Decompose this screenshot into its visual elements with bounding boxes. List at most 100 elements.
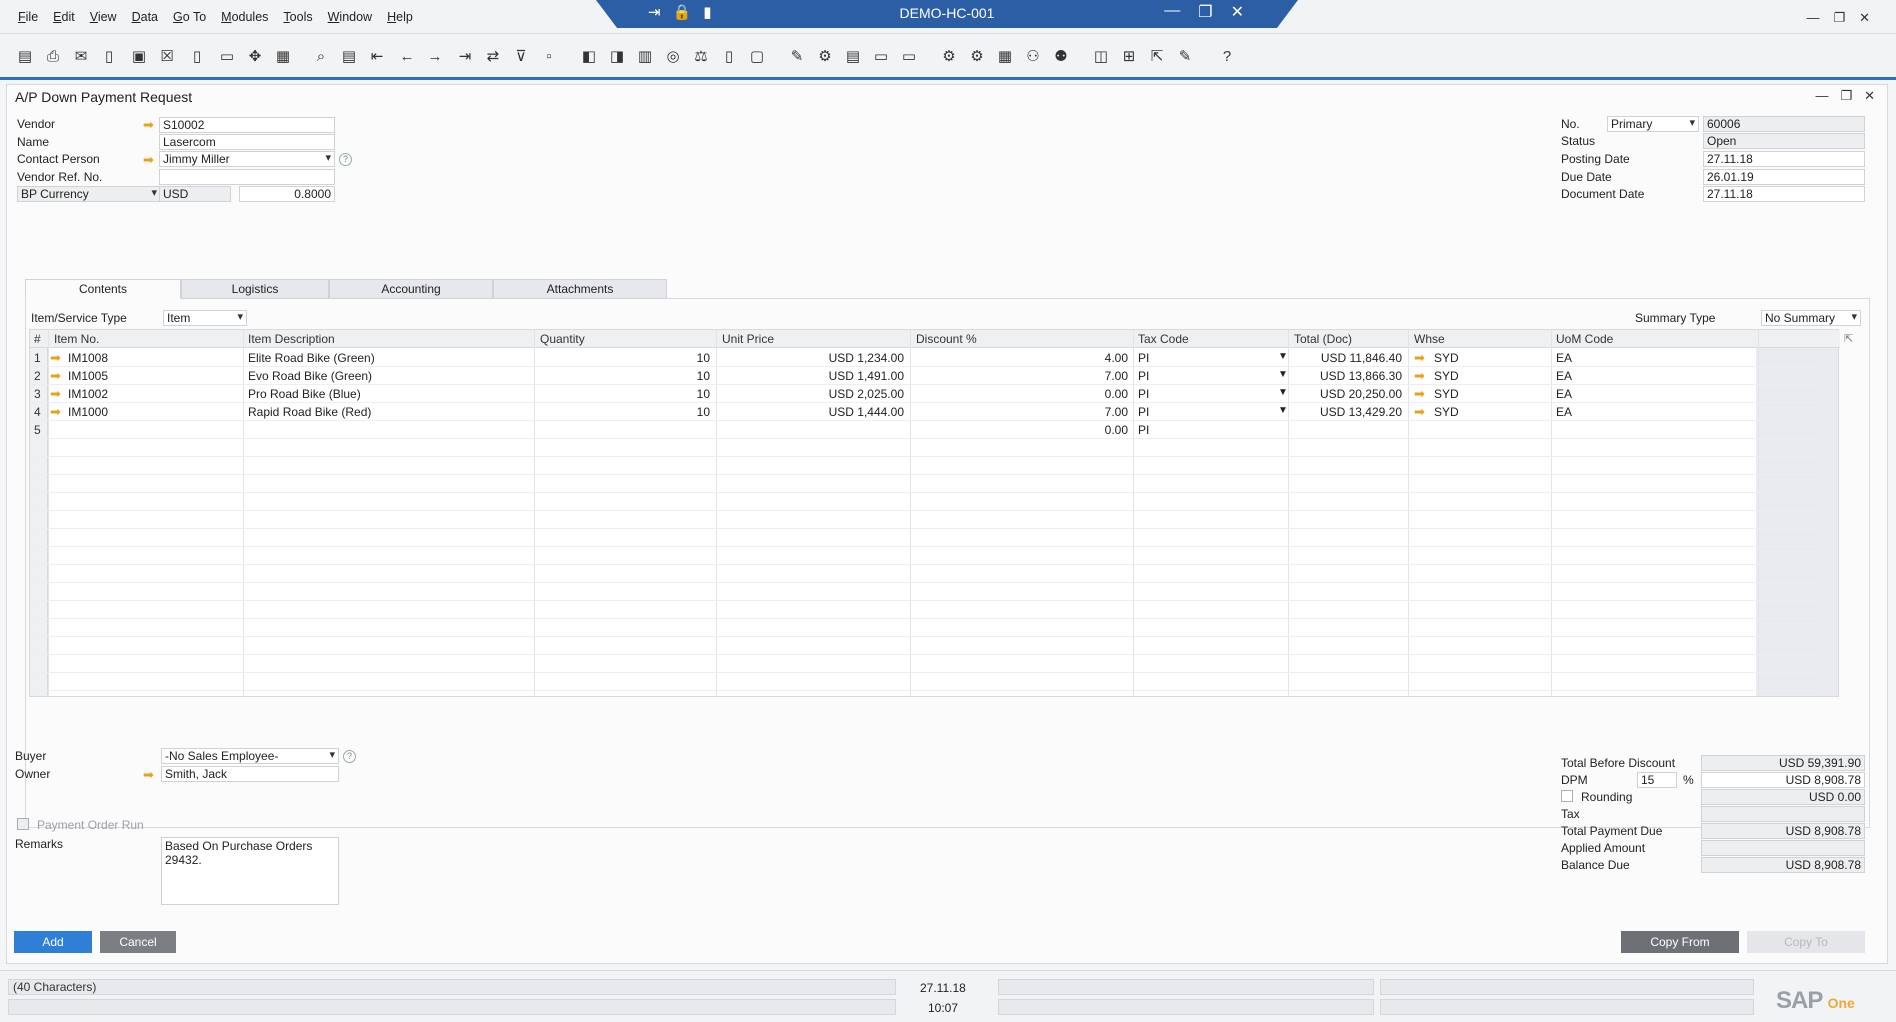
payment-icon[interactable]: ◎	[662, 47, 684, 67]
vendor-ref-field[interactable]	[159, 169, 335, 185]
tax-code-dropdown-icon[interactable]: ▼	[1278, 387, 1288, 398]
doc-close-icon[interactable]: ✕	[1864, 88, 1875, 104]
cell-price[interactable]: USD 1,444.00	[722, 405, 904, 419]
cell-price[interactable]: USD 1,234.00	[722, 351, 904, 365]
cell-disc[interactable]: 7.00	[916, 369, 1128, 383]
document-date-field[interactable]: 27.11.18	[1703, 186, 1865, 202]
cell-total[interactable]: USD 13,866.30	[1294, 369, 1402, 383]
copy-from-button[interactable]: Copy From	[1621, 931, 1739, 953]
col-header-number[interactable]: #	[34, 332, 41, 346]
last-record-icon[interactable]: ⇥	[454, 47, 476, 67]
menu-edit[interactable]: Edit	[53, 10, 75, 24]
cell-item[interactable]: IM1008	[68, 351, 238, 365]
cell-desc[interactable]: Elite Road Bike (Green)	[248, 351, 528, 365]
cell-total[interactable]: USD 20,250.00	[1294, 387, 1402, 401]
item-link-arrow-icon[interactable]: ➡	[50, 351, 61, 364]
close-icon[interactable]: ✕	[1231, 2, 1244, 22]
col-header-whse[interactable]: Whse	[1414, 332, 1445, 346]
email-icon[interactable]: ✉	[70, 47, 92, 67]
doc-restore-icon[interactable]: ❐	[1840, 88, 1852, 104]
menu-help[interactable]: Help	[387, 10, 413, 24]
cell-uom[interactable]: EA	[1556, 351, 1746, 365]
export-excel-icon[interactable]: ☒	[156, 47, 178, 67]
move-icon[interactable]: ✥	[244, 47, 266, 67]
cell-disc[interactable]: 7.00	[916, 405, 1128, 419]
row-number[interactable]: 3	[34, 387, 41, 401]
find-icon[interactable]: ⌕	[310, 47, 332, 67]
org-icon[interactable]: ⚇	[1022, 47, 1044, 67]
posting-date-field[interactable]: 27.11.18	[1703, 151, 1865, 167]
whse-link-arrow-icon[interactable]: ➡	[1414, 369, 1425, 382]
col-header-total-doc[interactable]: Total (Doc)	[1294, 332, 1352, 346]
previous-record-icon[interactable]: ←	[396, 47, 418, 67]
copy-to-button[interactable]: Copy To	[1747, 931, 1865, 953]
due-date-field[interactable]: 26.01.19	[1703, 169, 1865, 185]
form-settings-icon[interactable]: ⚙	[814, 47, 836, 67]
cell-qty[interactable]: 10	[540, 351, 710, 365]
widgets-icon[interactable]: ⊞	[1118, 47, 1140, 67]
filter-icon[interactable]: ⊽	[510, 47, 532, 67]
user-icon[interactable]: ⚉	[1050, 47, 1072, 67]
add-record-icon[interactable]: ▤	[338, 47, 360, 67]
tax-code-dropdown-icon[interactable]: ▼	[1278, 405, 1288, 416]
cell-price[interactable]: USD 1,491.00	[722, 369, 904, 383]
exchange-rate-field[interactable]: 0.8000	[239, 186, 335, 202]
item-service-type-select[interactable]: Item	[163, 310, 247, 326]
doc-number-field[interactable]: 60006	[1703, 116, 1865, 132]
row-number[interactable]: 4	[34, 405, 41, 419]
menu-modules[interactable]: Modules	[221, 10, 268, 24]
dpm-amount-field[interactable]: USD 8,908.78	[1701, 772, 1865, 788]
restore-icon[interactable]: ❐	[1198, 2, 1212, 22]
calendar-icon[interactable]: ▦	[994, 47, 1016, 67]
messages-icon[interactable]: ▭	[870, 47, 892, 67]
cell-whse[interactable]: SYD	[1434, 351, 1544, 365]
series-select[interactable]: Primary	[1607, 116, 1699, 132]
menu-window[interactable]: Window	[328, 10, 372, 24]
row-number[interactable]: 1	[34, 351, 41, 365]
tab-attachments[interactable]: Attachments	[493, 279, 667, 299]
buyer-help-icon[interactable]: ?	[343, 750, 356, 763]
user-fields-icon[interactable]: ▤	[842, 47, 864, 67]
cell-total[interactable]: USD 13,429.20	[1294, 405, 1402, 419]
columns-icon[interactable]: ▯	[718, 47, 740, 67]
menu-goto[interactable]: Go To	[173, 10, 206, 24]
cell-qty[interactable]: 10	[540, 369, 710, 383]
app-minimize-icon[interactable]: —	[1806, 10, 1819, 26]
cell-desc[interactable]: Evo Road Bike (Green)	[248, 369, 528, 383]
cell-price[interactable]: USD 2,025.00	[722, 387, 904, 401]
edit-form-icon[interactable]: ✎	[1174, 47, 1196, 67]
cell-uom[interactable]: EA	[1556, 387, 1746, 401]
owner-field[interactable]: Smith, Jack	[161, 766, 339, 782]
target-document-icon[interactable]: ◨	[606, 47, 628, 67]
app-restore-icon[interactable]: ❐	[1833, 10, 1845, 26]
cell-desc[interactable]: Rapid Road Bike (Red)	[248, 405, 528, 419]
cell-total[interactable]: USD 11,846.40	[1294, 351, 1402, 365]
summary-type-select[interactable]: No Summary	[1761, 310, 1861, 326]
sms-icon[interactable]: ▯	[98, 47, 120, 67]
col-header-uom-code[interactable]: UoM Code	[1556, 332, 1613, 346]
cell-disc[interactable]: 0.00	[916, 387, 1128, 401]
cell-tax[interactable]: PI	[1138, 387, 1278, 401]
fax-icon[interactable]: ▣	[128, 47, 150, 67]
contact-link-arrow-icon[interactable]: ➡	[143, 153, 154, 166]
col-header-item-no[interactable]: Item No.	[54, 332, 99, 346]
cell-tax[interactable]: PI	[1138, 369, 1278, 383]
rounding-checkbox[interactable]	[1561, 790, 1573, 802]
col-header-quantity[interactable]: Quantity	[540, 332, 585, 346]
alerts-icon[interactable]: ▭	[898, 47, 920, 67]
row-number[interactable]: 5	[34, 423, 41, 437]
cell-qty[interactable]: 10	[540, 387, 710, 401]
tab-accounting[interactable]: Accounting	[329, 279, 493, 299]
whse-link-arrow-icon[interactable]: ➡	[1414, 351, 1425, 364]
cell-whse[interactable]: SYD	[1434, 405, 1544, 419]
menu-view[interactable]: View	[90, 10, 117, 24]
doc-minimize-icon[interactable]: —	[1815, 88, 1828, 104]
expand-grid-icon[interactable]: ⇱	[1844, 332, 1853, 345]
cell-desc[interactable]: Pro Road Bike (Blue)	[248, 387, 528, 401]
whse-link-arrow-icon[interactable]: ➡	[1414, 405, 1425, 418]
next-record-icon[interactable]: →	[424, 47, 446, 67]
col-header-discount[interactable]: Discount %	[916, 332, 977, 346]
item-link-arrow-icon[interactable]: ➡	[50, 369, 61, 382]
cell-uom[interactable]: EA	[1556, 369, 1746, 383]
cell-tax[interactable]: PI	[1138, 423, 1278, 437]
